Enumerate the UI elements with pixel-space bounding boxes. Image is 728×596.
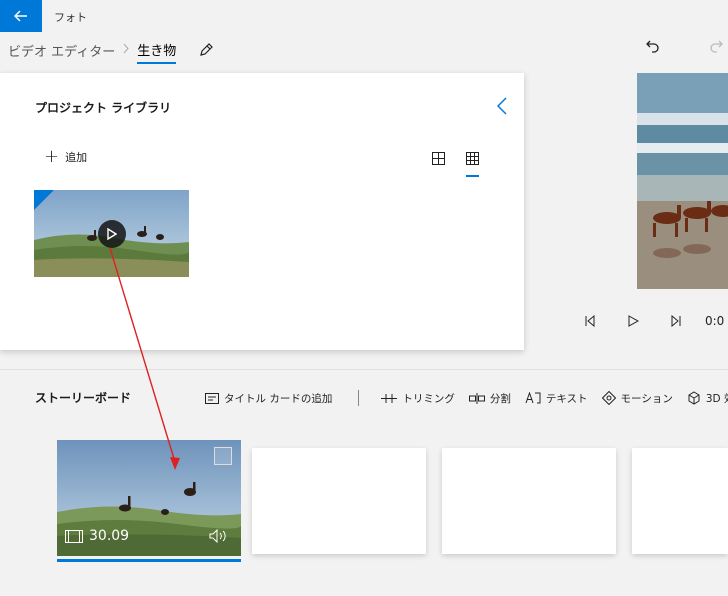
motion-button[interactable]: モーション xyxy=(601,391,673,406)
title-card-icon xyxy=(205,392,219,404)
3d-effects-icon xyxy=(688,391,700,405)
breadcrumb-chevron-icon xyxy=(123,43,129,58)
breadcrumb: ビデオ エディター 生き物 xyxy=(8,38,214,64)
clip-duration: 30.09 xyxy=(65,528,129,544)
selected-clip-indicator xyxy=(57,559,241,562)
project-name: 生き物 xyxy=(137,40,177,64)
redo-icon[interactable] xyxy=(708,38,724,58)
back-button[interactable] xyxy=(0,0,42,32)
storyboard-title: ストーリーボード xyxy=(35,391,132,405)
large-grid-view-icon[interactable] xyxy=(432,150,445,169)
small-grid-view-icon[interactable] xyxy=(466,150,479,177)
empty-storyboard-slot[interactable] xyxy=(442,448,616,554)
rename-pencil-icon[interactable] xyxy=(198,42,214,58)
trim-button[interactable]: トリミング xyxy=(381,391,455,406)
video-preview xyxy=(637,73,728,289)
text-icon xyxy=(525,392,541,404)
section-divider xyxy=(0,369,728,370)
clip-select-checkbox[interactable] xyxy=(214,447,232,465)
trim-label: トリミング xyxy=(402,392,455,405)
collapse-chevron-icon[interactable] xyxy=(496,97,507,119)
play-icon[interactable] xyxy=(627,312,640,331)
plus-icon: + xyxy=(44,146,60,167)
add-label: 追加 xyxy=(65,151,88,164)
motion-icon xyxy=(601,391,616,405)
add-title-card-label: タイトル カードの追加 xyxy=(224,392,333,405)
undo-icon[interactable] xyxy=(645,38,661,58)
split-icon xyxy=(468,392,485,404)
motion-label: モーション xyxy=(620,392,673,405)
clip-duration-value: 30.09 xyxy=(89,528,130,544)
playback-time: 0:0 xyxy=(705,314,725,328)
toolbar-separator xyxy=(358,390,360,406)
app-title: フォト xyxy=(54,11,87,24)
text-button[interactable]: テキスト xyxy=(525,391,588,406)
3d-effects-label: 3D 効果 xyxy=(705,392,728,405)
library-video-thumbnail[interactable] xyxy=(34,190,189,277)
storyboard-toolbar: タイトル カードの追加 トリミング 分割 テキスト モーション 3D 効果 xyxy=(205,390,728,406)
back-arrow-icon xyxy=(14,10,27,22)
empty-storyboard-slot[interactable] xyxy=(252,448,426,554)
split-button[interactable]: 分割 xyxy=(468,391,511,406)
add-title-card-button[interactable]: タイトル カードの追加 xyxy=(205,391,332,406)
horses-preview-frame xyxy=(637,73,728,289)
trim-icon xyxy=(381,393,398,403)
speaker-icon[interactable] xyxy=(209,528,229,547)
film-icon xyxy=(65,529,83,543)
storyboard-clip[interactable]: 30.09 xyxy=(57,440,241,556)
add-button[interactable]: + 追加 xyxy=(44,146,88,167)
3d-effects-button[interactable]: 3D 効果 xyxy=(687,391,728,406)
used-in-project-marker xyxy=(34,190,54,210)
split-label: 分割 xyxy=(489,392,511,405)
step-back-icon[interactable] xyxy=(584,312,596,331)
step-forward-icon[interactable] xyxy=(670,312,682,331)
project-library-title: プロジェクト ライブラリ xyxy=(35,101,172,115)
empty-storyboard-slot[interactable] xyxy=(632,448,728,554)
title-bar: フォト xyxy=(0,0,728,32)
project-library-panel: プロジェクト ライブラリ + 追加 xyxy=(0,73,524,350)
text-label: テキスト xyxy=(545,392,588,405)
play-icon[interactable] xyxy=(98,220,126,248)
breadcrumb-video-editor[interactable]: ビデオ エディター xyxy=(8,41,115,60)
